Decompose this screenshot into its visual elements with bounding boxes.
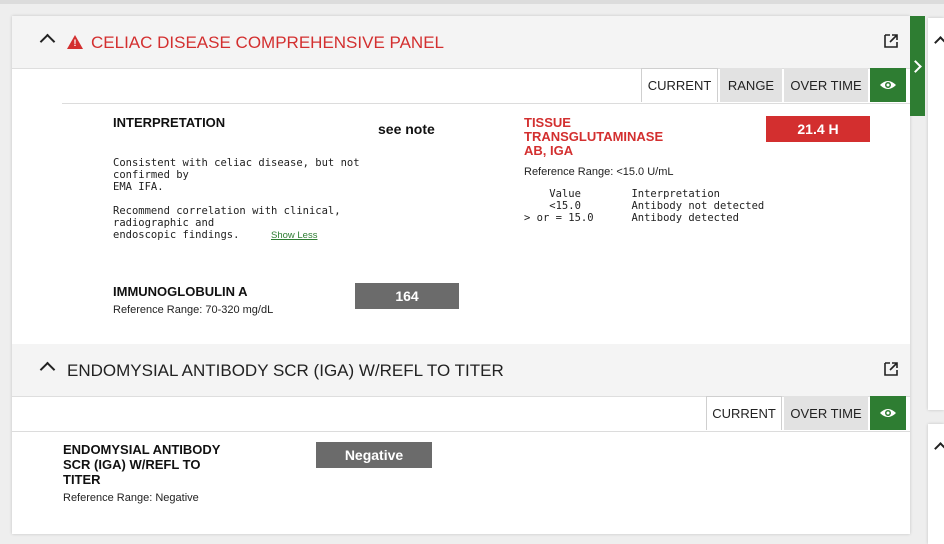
divider — [62, 103, 910, 104]
iga-value: 164 — [355, 283, 459, 309]
ttg-label-line3: AB, IGA — [524, 143, 574, 158]
ttg-reference-table: Value Interpretation <15.0 Antibody not … — [524, 188, 765, 224]
warning-icon-mark: ! — [73, 38, 77, 48]
tab-over-time[interactable]: OVER TIME — [784, 396, 868, 430]
eye-icon — [880, 409, 896, 417]
chevron-right-icon — [909, 60, 922, 73]
view-tabs: CURRENT OVER TIME — [706, 396, 906, 430]
ttg-label: TISSUE TRANSGLUTAMINASE AB, IGA — [524, 116, 663, 158]
chevron-up-icon[interactable] — [39, 33, 56, 50]
divider — [12, 431, 910, 432]
endomysial-label: ENDOMYSIAL ANTIBODY SCR (IGA) W/REFL TO … — [63, 442, 220, 487]
chevron-up-icon[interactable] — [39, 361, 56, 378]
chevron-up-icon[interactable] — [934, 442, 944, 455]
endomysial-value: Negative — [316, 442, 432, 468]
iga-label: IMMUNOGLOBULIN A — [113, 284, 248, 299]
endomysial-reference: Reference Range: Negative — [63, 492, 199, 504]
ttg-label-line1: TISSUE — [524, 115, 571, 130]
panel-title: CELIAC DISEASE COMPREHENSIVE PANEL — [91, 33, 445, 52]
eye-button[interactable] — [870, 396, 906, 430]
external-link-icon[interactable] — [883, 33, 899, 49]
tab-current[interactable]: CURRENT — [641, 68, 718, 102]
eye-button[interactable] — [870, 68, 906, 102]
tab-range[interactable]: RANGE — [720, 68, 782, 102]
tab-over-time[interactable]: OVER TIME — [784, 68, 868, 102]
external-link-icon[interactable] — [883, 361, 899, 377]
endomysial-label-line3: TITER — [63, 472, 101, 487]
side-panel-right — [928, 18, 944, 410]
panel-title: ENDOMYSIAL ANTIBODY SCR (IGA) W/REFL TO … — [67, 361, 504, 380]
collapse-sidebar-tab[interactable] — [909, 16, 925, 116]
ttg-reference: Reference Range: <15.0 U/mL — [524, 166, 674, 178]
interpretation-value: see note — [378, 121, 435, 137]
endomysial-label-line1: ENDOMYSIAL ANTIBODY — [63, 442, 221, 457]
show-less-link[interactable]: Show Less — [271, 230, 317, 241]
ttg-label-line2: TRANSGLUTAMINASE — [524, 129, 664, 144]
eye-icon — [880, 81, 896, 89]
tab-current[interactable]: CURRENT — [706, 396, 782, 430]
panel-header-celiac[interactable]: ! CELIAC DISEASE COMPREHENSIVE PANEL — [12, 16, 910, 69]
interpretation-note: Consistent with celiac disease, but not … — [113, 157, 360, 241]
top-strip — [0, 0, 944, 4]
panel-header-endomysial[interactable]: ENDOMYSIAL ANTIBODY SCR (IGA) W/REFL TO … — [12, 344, 910, 397]
interpretation-label: INTERPRETATION — [113, 115, 226, 130]
results-card: ! CELIAC DISEASE COMPREHENSIVE PANEL CUR… — [12, 16, 910, 534]
view-tabs: CURRENT RANGE OVER TIME — [641, 68, 906, 102]
chevron-up-icon[interactable] — [934, 36, 944, 49]
endomysial-label-line2: SCR (IGA) W/REFL TO — [63, 457, 201, 472]
ttg-value: 21.4 H — [766, 116, 870, 142]
side-panel-right-lower — [928, 424, 944, 544]
iga-reference: Reference Range: 70-320 mg/dL — [113, 304, 274, 316]
